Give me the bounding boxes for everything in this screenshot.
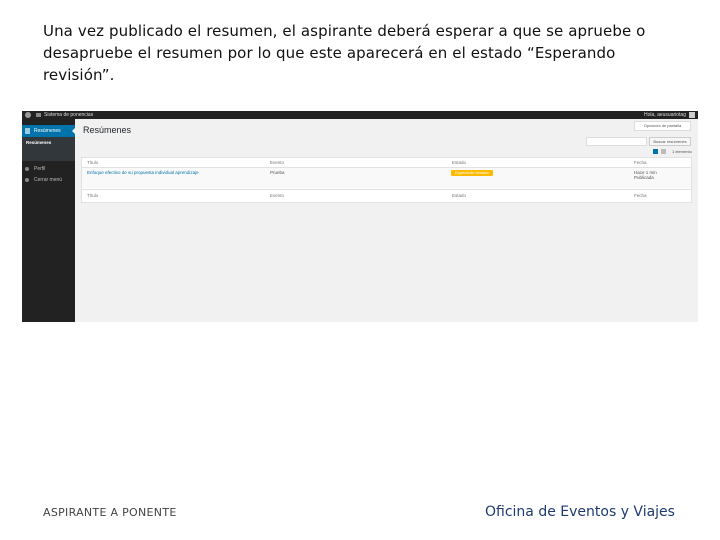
date-status: Publicada [634,175,654,180]
avatar[interactable] [689,112,695,118]
items-count: 1 elemento [672,149,692,154]
resumenes-table: Título Evento Estado Fecha Enfoque efect… [81,157,692,203]
table-footer-row: Título Evento Estado Fecha [82,189,691,202]
list-view-icon[interactable] [653,149,658,154]
status-badge: Esperando revisión [451,170,494,176]
submenu-item-resumenes[interactable]: Resúmenes [26,140,51,145]
site-name-link[interactable]: Sistema de ponencias [44,111,93,119]
collapse-icon [25,178,29,182]
admin-bar: Sistema de ponencias Hola, aeusuariotag [22,111,698,119]
footer-left-label: ASPIRANTE A PONENTE [43,506,177,519]
column-header-title[interactable]: Título [87,158,98,167]
user-icon [25,167,29,171]
footer-brand: Oficina de Eventos y Viajes [485,504,675,520]
account-greeting[interactable]: Hola, aeusuariotag [644,111,686,119]
column-header-event[interactable]: Evento [270,158,284,167]
column-footer-event[interactable]: Evento [270,190,284,202]
admin-sidebar: Resúmenes Resúmenes Perfil Cerrar menú [22,119,75,322]
page-title: Resúmenes [83,125,132,135]
sidebar-item-label: Resúmenes [34,128,61,134]
sidebar-item-resumenes[interactable]: Resúmenes [22,125,75,137]
column-footer-title[interactable]: Título [87,190,98,202]
home-icon[interactable] [36,113,41,117]
search-input[interactable] [586,137,647,146]
wordpress-logo-icon[interactable] [25,112,31,118]
column-footer-status[interactable]: Estado [452,190,466,202]
screen-options-button[interactable]: Opciones de pantalla [634,121,691,131]
resumen-title-link[interactable]: Enfoque efectivo de su propuesta individ… [87,168,199,178]
document-icon [25,128,30,134]
sidebar-item-collapse[interactable]: Cerrar menú [22,174,75,186]
event-cell: Prueba [270,170,285,175]
sidebar-submenu: Resúmenes [22,137,75,161]
excerpt-view-icon[interactable] [661,149,666,154]
date-cell: Hace 1 min Publicada [634,170,657,180]
wordpress-admin-screenshot: Sistema de ponencias Hola, aeusuariotag … [22,111,698,322]
search-button[interactable]: Buscar resúmenes [649,137,691,146]
column-header-date[interactable]: Fecha [634,158,647,167]
table-header-row: Título Evento Estado Fecha [82,158,691,168]
column-header-status[interactable]: Estado [452,158,466,167]
sidebar-item-label: Cerrar menú [34,177,63,183]
column-footer-date[interactable]: Fecha [634,190,647,202]
table-row: Enfoque efectivo de su propuesta individ… [82,168,691,188]
slide-caption: Una vez publicado el resumen, el aspiran… [43,22,646,84]
